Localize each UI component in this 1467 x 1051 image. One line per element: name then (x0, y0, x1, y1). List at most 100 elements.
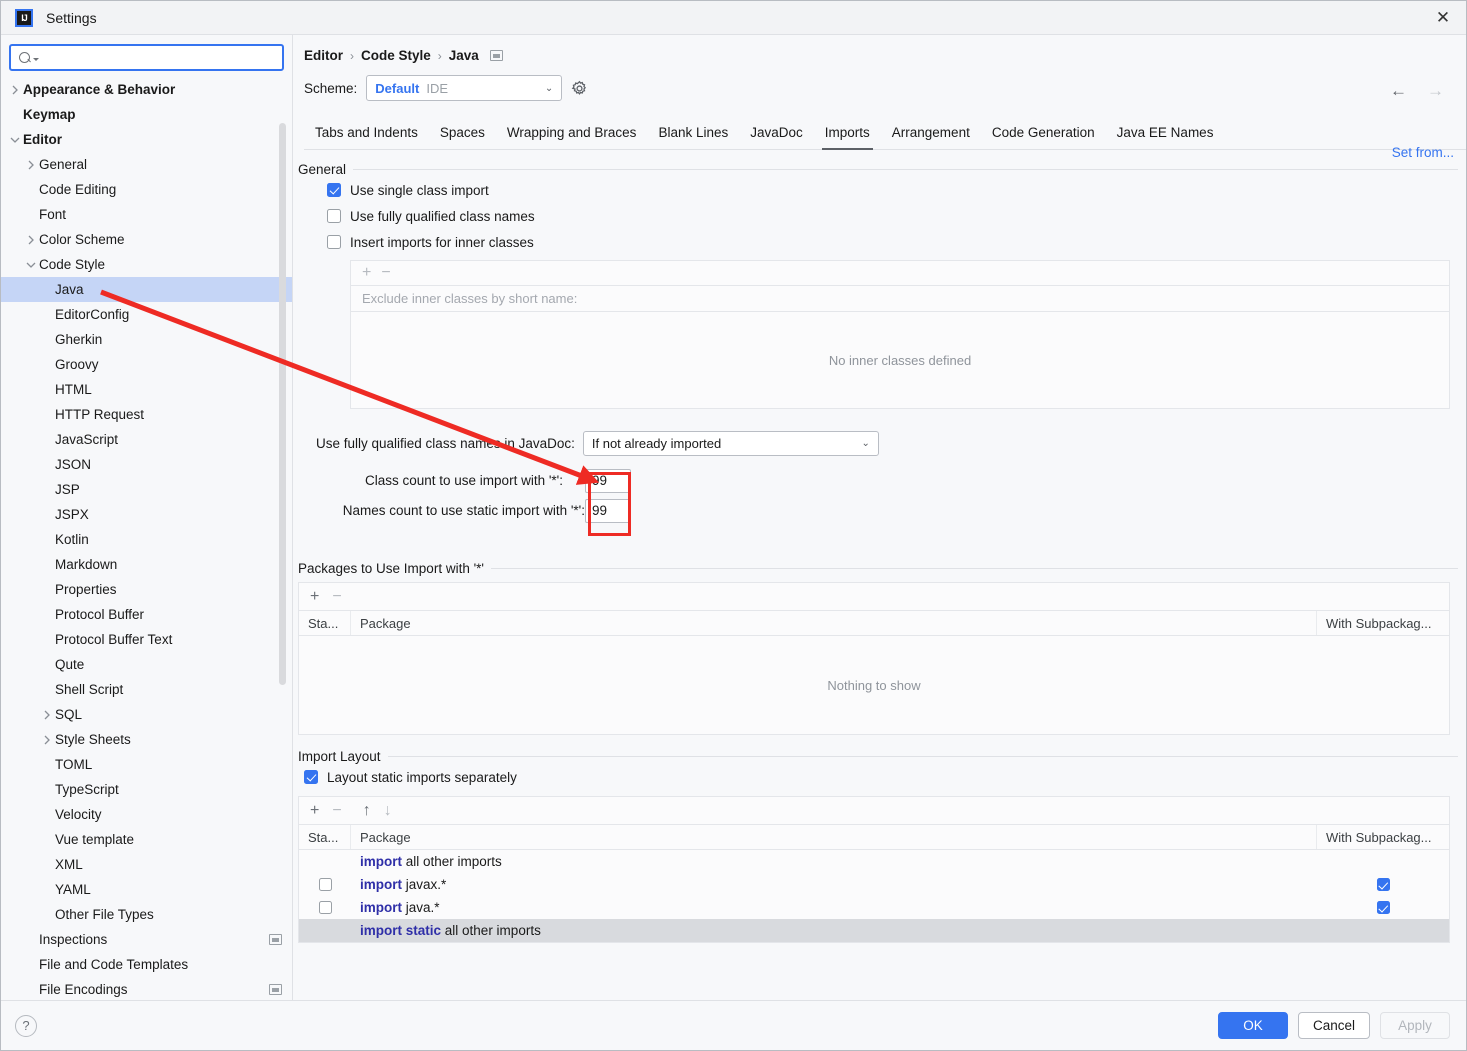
sidebar-item-javascript[interactable]: JavaScript (1, 427, 292, 452)
twisty-expanded-icon[interactable] (23, 257, 39, 273)
table-row[interactable]: import javax.* (299, 873, 1449, 896)
tab-wrapping-and-braces[interactable]: Wrapping and Braces (496, 119, 648, 149)
class-count-input[interactable] (585, 468, 631, 493)
tab-imports[interactable]: Imports (814, 119, 881, 150)
sidebar-item-jsp[interactable]: JSP (1, 477, 292, 502)
subpackages-cell[interactable] (1317, 901, 1449, 914)
sidebar-item-file-encodings[interactable]: File Encodings (1, 977, 292, 1000)
sidebar-item-editor[interactable]: Editor (1, 127, 292, 152)
twisty-collapsed-icon[interactable] (7, 82, 23, 98)
checkbox-row-use-single-class-import[interactable]: Use single class import (327, 177, 1458, 203)
column-header-static[interactable]: Sta... (299, 611, 351, 635)
twisty-collapsed-icon[interactable] (39, 732, 55, 748)
search-box[interactable] (9, 44, 284, 71)
ok-button[interactable]: OK (1217, 1012, 1288, 1039)
scheme-dropdown[interactable]: Default IDE ⌄ (366, 75, 563, 101)
tab-blank-lines[interactable]: Blank Lines (647, 119, 739, 149)
add-icon[interactable]: + (362, 265, 371, 281)
sidebar-item-typescript[interactable]: TypeScript (1, 777, 292, 802)
table-row[interactable]: import static all other imports (299, 919, 1449, 942)
help-icon[interactable]: ? (15, 1014, 37, 1037)
sidebar-item-appearance-behavior[interactable]: Appearance & Behavior (1, 77, 292, 102)
subpackages-cell[interactable] (1317, 878, 1449, 891)
remove-icon[interactable]: − (332, 588, 341, 605)
remove-icon[interactable]: − (332, 802, 341, 819)
move-down-icon[interactable]: ↓ (384, 802, 392, 819)
search-dropdown-caret-icon[interactable] (33, 58, 39, 61)
static-checkbox[interactable] (318, 878, 332, 891)
checkbox-indicator[interactable] (327, 209, 341, 223)
set-from-link[interactable]: Set from... (1392, 145, 1454, 160)
checkbox-indicator[interactable] (327, 183, 341, 197)
sidebar-item-vue-template[interactable]: Vue template (1, 827, 292, 852)
sidebar-item-color-scheme[interactable]: Color Scheme (1, 227, 292, 252)
move-up-icon[interactable]: ↑ (363, 802, 371, 819)
remove-icon[interactable]: − (381, 265, 390, 281)
sidebar-item-jspx[interactable]: JSPX (1, 502, 292, 527)
table-row[interactable]: import java.* (299, 896, 1449, 919)
sidebar-item-inspections[interactable]: Inspections (1, 927, 292, 952)
sidebar-item-xml[interactable]: XML (1, 852, 292, 877)
column-header-package[interactable]: Package (351, 611, 1317, 635)
layout-static-separately-row[interactable]: Layout static imports separately (304, 764, 1458, 790)
column-header-package[interactable]: Package (351, 825, 1317, 849)
sidebar-item-code-style[interactable]: Code Style (1, 252, 292, 277)
sidebar-item-groovy[interactable]: Groovy (1, 352, 292, 377)
add-icon[interactable]: + (310, 588, 319, 605)
tab-tabs-and-indents[interactable]: Tabs and Indents (304, 119, 429, 149)
twisty-collapsed-icon[interactable] (39, 707, 55, 723)
cancel-button[interactable]: Cancel (1297, 1012, 1370, 1039)
breadcrumb-settings-icon[interactable] (489, 50, 503, 61)
table-row[interactable]: import all other imports (299, 850, 1449, 873)
sidebar-item-html[interactable]: HTML (1, 377, 292, 402)
search-input[interactable] (42, 50, 275, 65)
sidebar-item-kotlin[interactable]: Kotlin (1, 527, 292, 552)
tab-java-ee-names[interactable]: Java EE Names (1106, 119, 1225, 149)
names-count-input[interactable] (585, 498, 631, 523)
sidebar-item-qute[interactable]: Qute (1, 652, 292, 677)
sidebar-scrollbar[interactable] (279, 123, 286, 685)
sidebar-item-style-sheets[interactable]: Style Sheets (1, 727, 292, 752)
sidebar-item-file-and-code-templates[interactable]: File and Code Templates (1, 952, 292, 977)
twisty-collapsed-icon[interactable] (23, 157, 39, 173)
sidebar-item-sql[interactable]: SQL (1, 702, 292, 727)
sidebar-item-protocol-buffer-text[interactable]: Protocol Buffer Text (1, 627, 292, 652)
twisty-collapsed-icon[interactable] (23, 232, 39, 248)
static-cell[interactable] (299, 878, 351, 891)
breadcrumb-item-java[interactable]: Java (449, 48, 479, 63)
static-cell[interactable] (299, 901, 351, 914)
tab-arrangement[interactable]: Arrangement (881, 119, 981, 149)
fq-javadoc-dropdown[interactable]: If not already imported ⌄ (582, 431, 879, 456)
sidebar-item-keymap[interactable]: Keymap (1, 102, 292, 127)
sidebar-item-other-file-types[interactable]: Other File Types (1, 902, 292, 927)
sidebar-item-gherkin[interactable]: Gherkin (1, 327, 292, 352)
tab-code-generation[interactable]: Code Generation (981, 119, 1106, 149)
sidebar-item-shell-script[interactable]: Shell Script (1, 677, 292, 702)
checkbox-row-insert-imports-for-inner-classes[interactable]: Insert imports for inner classes (327, 229, 1458, 255)
sidebar-item-java[interactable]: Java (1, 277, 292, 302)
gear-icon[interactable] (571, 80, 588, 97)
tab-javadoc[interactable]: JavaDoc (739, 119, 814, 149)
sidebar-item-toml[interactable]: TOML (1, 752, 292, 777)
apply-button[interactable]: Apply (1380, 1012, 1450, 1039)
twisty-expanded-icon[interactable] (7, 132, 23, 148)
sidebar-item-http-request[interactable]: HTTP Request (1, 402, 292, 427)
sidebar-item-font[interactable]: Font (1, 202, 292, 227)
sidebar-item-editorconfig[interactable]: EditorConfig (1, 302, 292, 327)
checkbox-indicator[interactable] (327, 235, 341, 249)
add-icon[interactable]: + (310, 802, 319, 819)
close-icon[interactable]: ✕ (1420, 1, 1466, 34)
subpackages-checkbox[interactable] (1376, 901, 1390, 914)
subpackages-checkbox[interactable] (1376, 878, 1390, 891)
sidebar-item-properties[interactable]: Properties (1, 577, 292, 602)
column-header-subpackages[interactable]: With Subpackag... (1317, 611, 1449, 635)
layout-static-separately-checkbox[interactable] (304, 770, 318, 784)
forward-arrow-icon[interactable]: → (1427, 82, 1444, 99)
static-checkbox[interactable] (318, 901, 332, 914)
breadcrumb-item-code-style[interactable]: Code Style (361, 48, 431, 63)
sidebar-item-code-editing[interactable]: Code Editing (1, 177, 292, 202)
column-header-static[interactable]: Sta... (299, 825, 351, 849)
tab-spaces[interactable]: Spaces (429, 119, 496, 149)
sidebar-item-yaml[interactable]: YAML (1, 877, 292, 902)
breadcrumb-item-editor[interactable]: Editor (304, 48, 343, 63)
